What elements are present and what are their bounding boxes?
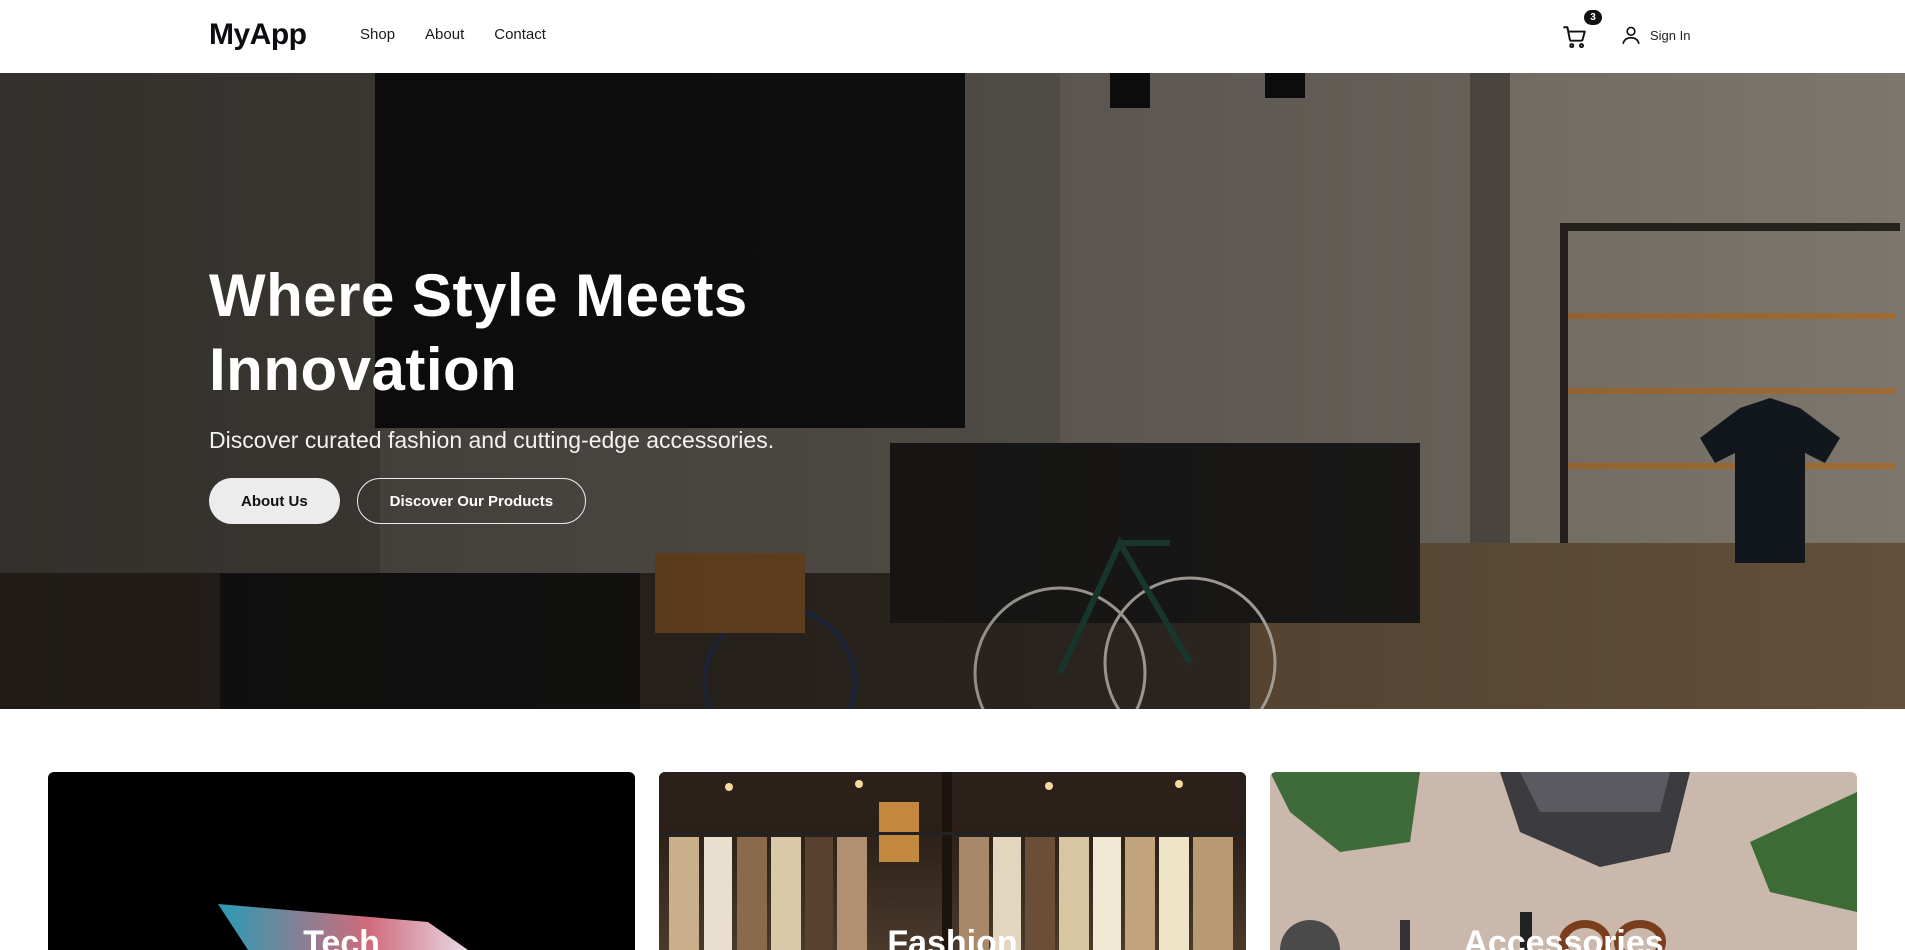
category-card-tech[interactable]: Tech (48, 772, 635, 950)
hero-title-line-2: Innovation (209, 336, 518, 403)
nav-about[interactable]: About (425, 26, 464, 43)
cart-button[interactable] (1562, 24, 1588, 50)
discover-products-button[interactable]: Discover Our Products (356, 478, 587, 524)
category-card-accessories[interactable]: Accessories (1270, 772, 1857, 950)
nav-contact[interactable]: Contact (494, 26, 546, 43)
nav-shop[interactable]: Shop (360, 26, 395, 43)
sign-in-label: Sign In (1650, 27, 1691, 43)
category-card-fashion[interactable]: Fashion (659, 772, 1246, 950)
category-cards: Tech Fashion Accessories (48, 772, 1858, 950)
category-label-tech: Tech (303, 924, 380, 950)
hero-actions: About Us Discover Our Products (209, 478, 909, 524)
shopping-cart-icon (1563, 26, 1586, 49)
logo[interactable]: MyApp (209, 18, 307, 52)
main-nav: Shop About Contact (360, 26, 576, 43)
site-header: MyApp Shop About Contact 3 Sign In (0, 0, 1905, 73)
hero-title-line-1: Where Style Meets (209, 262, 748, 329)
about-us-button[interactable]: About Us (209, 478, 340, 524)
hero-banner: Where Style Meets Innovation Discover cu… (0, 73, 1905, 709)
cart-count-badge: 3 (1584, 10, 1602, 25)
sign-in-button[interactable]: Sign In (1620, 24, 1690, 46)
category-label-fashion: Fashion (887, 924, 1018, 950)
user-icon (1622, 26, 1640, 45)
hero-content: Where Style Meets Innovation Discover cu… (209, 259, 909, 524)
hero-subtitle: Discover curated fashion and cutting-edg… (209, 427, 775, 453)
category-label-accessories: Accessories (1463, 924, 1664, 950)
hero-title: Where Style Meets Innovation (209, 259, 909, 407)
